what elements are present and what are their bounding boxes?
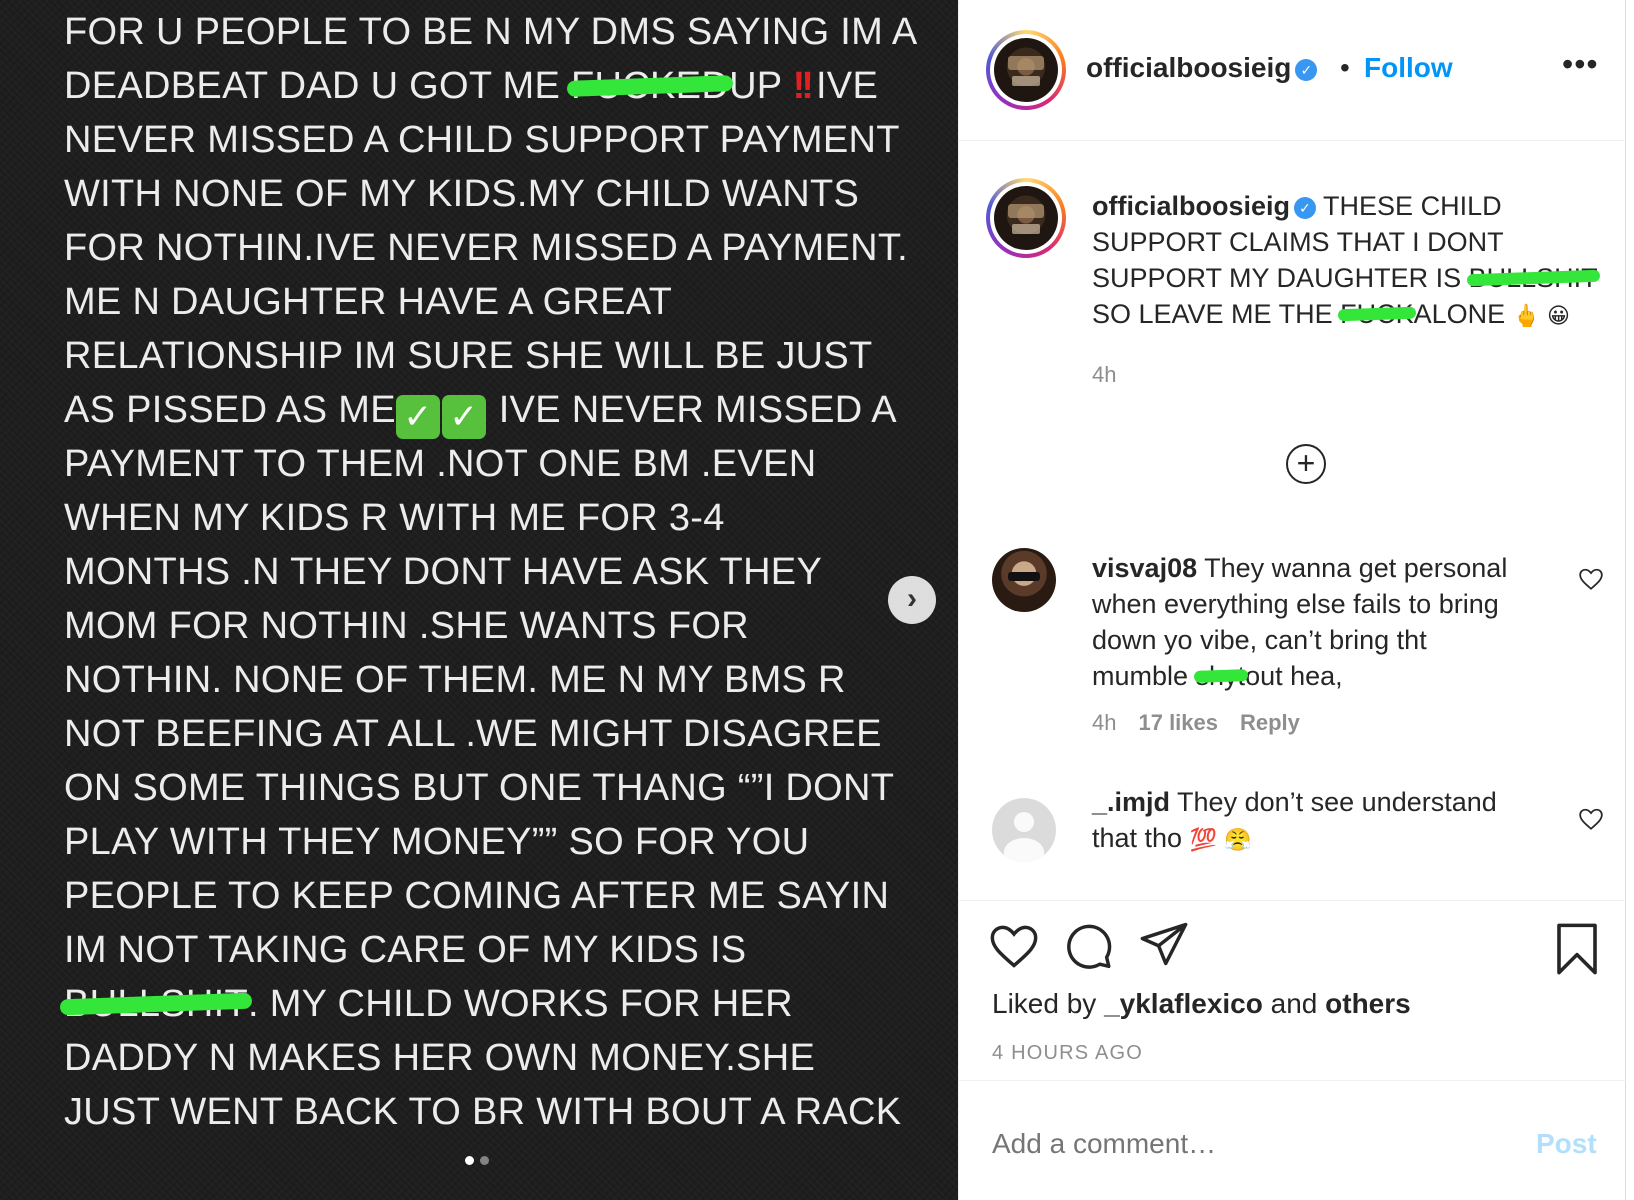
liked-by-user-link[interactable]: _yklaflexico	[1104, 988, 1263, 1019]
censor-scribble: shyt	[1196, 658, 1246, 694]
footer-divider	[958, 1080, 1626, 1081]
comment-likes-count[interactable]: 17 likes	[1138, 710, 1218, 735]
chevron-right-icon: ›	[907, 582, 917, 615]
header-avatar[interactable]	[986, 30, 1066, 110]
double-exclamation-emoji: !!	[792, 65, 814, 107]
more-options-icon[interactable]: •••	[1562, 46, 1599, 83]
comments-divider	[958, 900, 1626, 901]
carousel-dot-active	[465, 1156, 474, 1165]
post-text-line: FOR U PEOPLE TO BE N MY DMS SAYING IM A	[64, 11, 918, 53]
liked-by-text: Liked by _yklaflexico and others	[992, 988, 1411, 1019]
censor-scribble: FUCKED	[571, 65, 730, 107]
post-text-line: PLAY WITH THEY MONEY”” SO FOR YOU	[64, 821, 810, 863]
like-heart-icon[interactable]	[988, 920, 1040, 972]
caption-username-link[interactable]: officialboosieig	[1092, 191, 1290, 221]
post-text-line: PEOPLE TO KEEP COMING AFTER ME SAYIN	[64, 875, 890, 917]
caption-avatar[interactable]	[986, 178, 1066, 258]
header-separator: •	[1340, 52, 1350, 83]
comment-username-link[interactable]: _.imjd	[1092, 787, 1170, 817]
censor-scribble: FUCK	[1340, 296, 1414, 332]
post-text-line: MOM FOR NOTHIN .SHE WANTS FOR	[64, 605, 749, 647]
post-text-line: IM NOT TAKING CARE OF MY KIDS IS	[64, 929, 747, 971]
comment: visvaj08 They wanna get personal when ev…	[1092, 550, 1562, 694]
carousel-next-button[interactable]: ›	[888, 576, 936, 624]
comment-bubble-icon[interactable]	[1062, 920, 1114, 972]
reply-button[interactable]: Reply	[1240, 710, 1300, 735]
commenter-avatar[interactable]	[992, 798, 1056, 862]
post-text-line: WHEN MY KIDS R WITH ME FOR 3-4	[64, 497, 725, 539]
carousel-dot	[480, 1156, 489, 1165]
commenter-avatar[interactable]	[992, 548, 1056, 612]
comment-meta: 4h 17 likes Reply	[1092, 710, 1322, 736]
share-paper-plane-icon[interactable]	[1138, 918, 1190, 970]
post-text-line: WITH NONE OF MY KIDS.MY CHILD WANTS	[64, 173, 860, 215]
header-divider	[958, 140, 1626, 141]
post-comment-button[interactable]: Post	[1536, 1128, 1597, 1160]
post-text-line: RELATIONSHIP IM SURE SHE WILL BE JUST	[64, 335, 873, 377]
post-text-line: DADDY N MAKES HER OWN MONEY.SHE	[64, 1037, 816, 1079]
caption-emojis: 🖕 😀	[1512, 304, 1570, 329]
comment-username-link[interactable]: visvaj08	[1092, 553, 1197, 583]
load-more-comments-icon[interactable]: +	[1286, 444, 1326, 484]
verified-badge-icon: ✓	[1295, 59, 1318, 81]
comment-like-heart-icon[interactable]	[1578, 566, 1604, 592]
post-text-line: JUST WENT BACK TO BR WITH BOUT A RACK	[64, 1091, 902, 1133]
add-comment-input[interactable]	[992, 1128, 1492, 1160]
censor-scribble: BULLSHIT	[64, 983, 249, 1025]
comment-timestamp[interactable]: 4h	[1092, 710, 1116, 735]
post-text-line: FOR NOTHIN.IVE NEVER MISSED A PAYMENT.	[64, 227, 909, 269]
caption: officialboosieig ✓ THESE CHILD SUPPORT CL…	[1092, 188, 1602, 335]
post-date[interactable]: 4 HOURS AGO	[992, 1042, 1143, 1065]
check-mark-emoji: ✓	[395, 395, 440, 439]
post-text-line: ME N DAUGHTER HAVE A GREAT	[64, 281, 673, 323]
post-text-line: DEADBEAT DAD U GOT ME FUCKEDUP !! IVE	[64, 65, 879, 107]
follow-button[interactable]: Follow	[1364, 52, 1453, 84]
profile-photo	[994, 38, 1058, 102]
check-mark-emoji: ✓	[441, 395, 486, 439]
post-text-line: AS PISSED AS ME ✓ ✓ IVE NEVER MISSED A	[64, 388, 897, 439]
post-text-line: NEVER MISSED A CHILD SUPPORT PAYMENT	[64, 119, 900, 161]
comment-emojis: 💯 😤	[1189, 828, 1252, 853]
censor-scribble: BULLSHIT	[1469, 260, 1598, 296]
comment-like-heart-icon[interactable]	[1578, 806, 1604, 832]
post-text-line: ON SOME THINGS BUT ONE THANG “”I DONT	[64, 767, 895, 809]
post-text-line: NOT BEEFING AT ALL .WE MIGHT DISAGREE	[64, 713, 882, 755]
carousel-dots	[462, 1152, 492, 1170]
verified-badge-icon: ✓	[1294, 197, 1317, 219]
save-bookmark-icon[interactable]	[1554, 922, 1600, 976]
caption-timestamp[interactable]: 4h	[1092, 362, 1116, 388]
profile-photo	[994, 186, 1058, 250]
post-text-line: BULLSHIT. MY CHILD WORKS FOR HER	[64, 983, 793, 1025]
post-text-line: PAYMENT TO THEM .NOT ONE BM .EVEN	[64, 443, 817, 485]
post-image[interactable]: FOR U PEOPLE TO BE N MY DMS SAYING IM A …	[0, 0, 958, 1200]
post-text-line: MONTHS .N THEY DONT HAVE ASK THEY	[64, 551, 823, 593]
post-text-line: NOTHIN. NONE OF THEM. ME N MY BMS R	[64, 659, 846, 701]
header-username-link[interactable]: officialboosieig ✓	[1086, 52, 1318, 84]
comment: _.imjd They don’t see understand that th…	[1092, 787, 1497, 853]
liked-by-others-link[interactable]: others	[1325, 988, 1411, 1019]
